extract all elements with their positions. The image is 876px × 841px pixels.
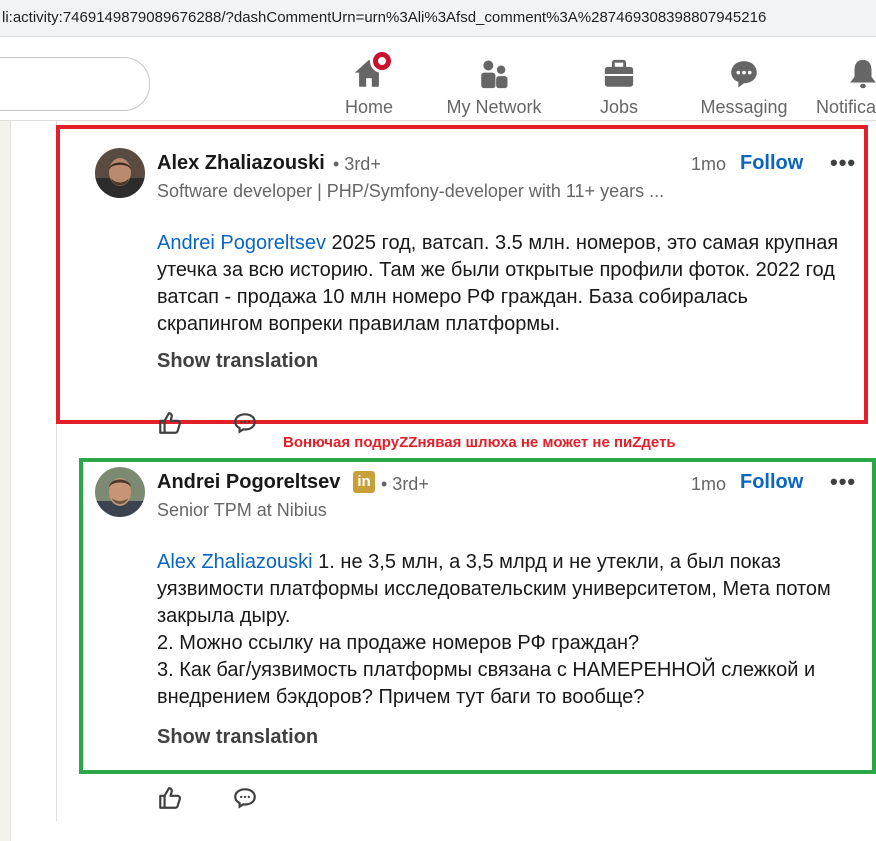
more-options-icon[interactable]: ••• [830,469,856,495]
url-text: li:activity:7469149879089676288/?dashCom… [2,9,767,26]
like-icon[interactable] [157,785,183,811]
linkedin-premium-icon: in [353,471,375,493]
address-bar[interactable]: li:activity:7469149879089676288/?dashCom… [0,0,876,37]
nav-label-messaging: Messaging [700,97,788,117]
avatar[interactable] [95,467,145,517]
global-nav: Home My Network Jobs Messaging Notifica [0,37,876,121]
comment-line: 2. Можно ссылку на продаже номеров РФ гр… [157,632,640,654]
nav-item-jobs[interactable]: Jobs [592,51,646,118]
messaging-icon [731,61,757,88]
bell-icon [850,59,876,89]
connection-degree: • 3rd+ [333,154,381,174]
reply-icon[interactable] [232,785,258,811]
comment-author-name[interactable]: Alex Zhaliazouski [157,152,325,175]
like-icon[interactable] [157,410,183,436]
show-translation-button[interactable]: Show translation [157,350,318,373]
nav-label-notifications: Notifica [816,97,876,117]
reply-icon[interactable] [232,410,258,436]
notification-dot [370,49,394,73]
comment-author-name[interactable]: Andrei Pogoreltsev [157,471,340,494]
comment-time: 1mo [691,474,727,494]
nav-label-my-network: My Network [446,97,542,117]
comment-line: 3. Как баг/уязвимость платформы связана … [157,659,816,708]
comment-text: Andrei Pogoreltsev 2025 год, ватсап. 3.5… [157,230,857,338]
nav-item-messaging[interactable]: Messaging [694,51,794,118]
comment-time: 1mo [691,154,727,174]
annotation-text: Вонючая подруZZнявая шлюха не может не п… [283,434,676,451]
avatar[interactable] [95,148,145,198]
connection-degree: • 3rd+ [381,474,429,494]
mention-link[interactable]: Andrei Pogoreltsev [157,232,326,254]
author-headline: Software developer | PHP/Symfony-develop… [157,181,665,201]
comment-line: Alex Zhaliazouski 1. не 3,5 млн, а 3,5 м… [157,549,857,630]
nav-item-my-network[interactable]: My Network [438,51,550,118]
briefcase-icon [604,59,634,87]
comment-text: Alex Zhaliazouski 1. не 3,5 млн, а 3,5 м… [157,549,857,711]
mention-link[interactable]: Alex Zhaliazouski [157,551,313,573]
more-options-icon[interactable]: ••• [830,150,856,176]
nav-label-jobs: Jobs [599,97,639,117]
follow-button[interactable]: Follow [740,152,803,175]
nav-label-home: Home [344,97,393,117]
author-headline: Senior TPM at Nibius [157,500,327,520]
show-translation-button[interactable]: Show translation [157,726,318,749]
follow-button[interactable]: Follow [740,471,803,494]
nav-item-notifications[interactable]: Notifica [816,51,876,118]
network-icon [481,60,508,89]
nav-item-home[interactable]: Home [338,49,400,118]
search-input[interactable] [0,57,150,111]
